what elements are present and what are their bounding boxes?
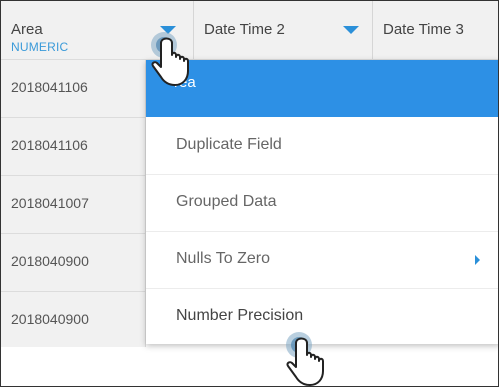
cell-value: 2018040900 xyxy=(11,253,89,269)
table-cell-area[interactable]: 2018041106 xyxy=(1,60,146,117)
hand-pointer-icon xyxy=(151,32,189,86)
column-header-date-time-3[interactable]: Date Time 3 xyxy=(373,1,498,59)
column-type-label: NUMERIC xyxy=(11,40,69,54)
menu-item-nulls-to-zero[interactable]: Nulls To Zero xyxy=(146,231,498,289)
cell-value: 2018041106 xyxy=(11,137,88,153)
menu-item-label: Grouped Data xyxy=(176,193,277,210)
chevron-right-icon xyxy=(475,255,480,265)
table-cell-area[interactable]: 2018040900 xyxy=(1,292,146,349)
table-cell-area[interactable]: 2018041007 xyxy=(1,176,146,233)
menu-item-area[interactable]: rea xyxy=(146,60,498,117)
column-context-menu: rea Duplicate Field Grouped Data Nulls T… xyxy=(146,60,498,344)
menu-item-label: Duplicate Field xyxy=(176,136,282,153)
cell-value: 2018041007 xyxy=(11,195,89,211)
cell-value: 2018041106 xyxy=(11,79,88,95)
table-view: Area NUMERIC Date Time 2 Date Time 3 201… xyxy=(0,0,499,387)
table-cell-area[interactable]: 2018041106 xyxy=(1,118,146,175)
menu-item-duplicate-field[interactable]: Duplicate Field xyxy=(146,117,498,175)
hand-pointer-icon xyxy=(286,332,324,386)
column-menu-caret-icon[interactable] xyxy=(343,26,359,34)
column-title: Area xyxy=(11,21,43,38)
column-title: Date Time 2 xyxy=(204,21,285,38)
menu-item-label: Nulls To Zero xyxy=(176,250,270,267)
table-header: Area NUMERIC Date Time 2 Date Time 3 xyxy=(1,1,498,60)
table-cell-area[interactable]: 2018040900 xyxy=(1,234,146,291)
column-title: Date Time 3 xyxy=(383,21,464,38)
column-header-date-time-2[interactable]: Date Time 2 xyxy=(194,1,373,59)
menu-item-grouped-data[interactable]: Grouped Data xyxy=(146,174,498,232)
cell-value: 2018040900 xyxy=(11,311,89,327)
table-empty-area xyxy=(1,347,498,386)
menu-item-label: Number Precision xyxy=(176,307,304,324)
